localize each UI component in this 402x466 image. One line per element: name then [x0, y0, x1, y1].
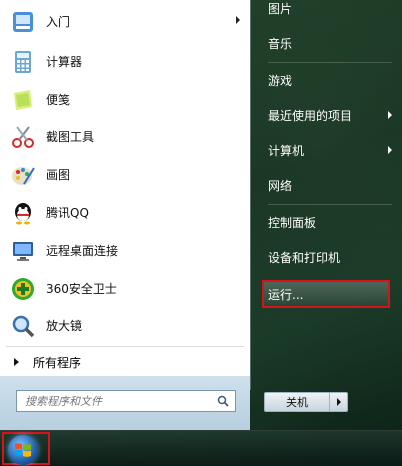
divider — [268, 62, 392, 63]
sticky-notes-icon — [8, 85, 38, 115]
program-label: 腾讯QQ — [46, 206, 89, 220]
program-label: 便笺 — [46, 93, 71, 107]
magnifier-icon — [8, 311, 38, 341]
places-item-control-panel[interactable]: 控制面板 — [260, 208, 392, 236]
start-button[interactable] — [8, 435, 38, 465]
places-item-pictures[interactable]: 图片 — [260, 0, 392, 22]
calculator-icon — [8, 47, 38, 77]
shutdown-button[interactable]: 关机 — [264, 392, 330, 412]
windows-logo-icon — [14, 441, 32, 459]
submenu-arrow-icon — [388, 146, 392, 154]
snipping-tool-icon — [8, 122, 38, 152]
remote-desktop-icon — [8, 236, 38, 266]
submenu-arrow-icon — [388, 111, 392, 119]
places-label: 游戏 — [268, 73, 293, 88]
getting-started-icon — [8, 7, 38, 37]
program-getting-started[interactable]: 入门 — [0, 3, 248, 40]
places-label: 控制面板 — [268, 215, 317, 230]
places-item-recent-items[interactable]: 最近使用的项目 — [260, 101, 392, 129]
program-label: 截图工具 — [46, 130, 95, 144]
program-label: 入门 — [46, 15, 71, 29]
program-magnifier[interactable]: 放大镜 — [0, 307, 248, 344]
places-item-games[interactable]: 游戏 — [260, 66, 392, 94]
shutdown-group: 关机 — [264, 392, 348, 412]
program-360-safe[interactable]: 360安全卫士 — [0, 270, 248, 307]
program-paint[interactable]: 画图 — [0, 156, 248, 193]
360-safe-icon — [8, 274, 38, 304]
all-programs-label: 所有程序 — [33, 355, 82, 370]
places-label: 音乐 — [268, 36, 293, 51]
places-label: 设备和打印机 — [268, 250, 341, 265]
places-item-music[interactable]: 音乐 — [260, 29, 392, 57]
program-snipping-tool[interactable]: 截图工具 — [0, 118, 248, 155]
search-box[interactable] — [16, 390, 236, 412]
shutdown-options-button[interactable] — [330, 392, 348, 412]
search-input[interactable] — [23, 393, 217, 409]
search-area — [0, 376, 250, 430]
program-label: 放大镜 — [46, 319, 83, 333]
program-label: 远程桌面连接 — [46, 244, 119, 258]
program-label: 计算器 — [46, 55, 83, 69]
search-icon[interactable] — [217, 395, 229, 407]
expand-arrow-icon — [14, 358, 19, 366]
qq-icon — [8, 198, 38, 228]
program-label: 360安全卫士 — [46, 282, 117, 296]
places-label: 最近使用的项目 — [268, 108, 353, 123]
places-pane: 图片 音乐 游戏 最近使用的项目 计算机 网络 控制面板 设备和打印机 运行..… — [250, 0, 402, 430]
all-programs-item[interactable]: 所有程序 — [0, 348, 248, 376]
places-label: 网络 — [268, 178, 293, 193]
places-label: 运行... — [268, 287, 304, 302]
divider — [6, 346, 244, 347]
programs-pane: 入门 计算器 便笺 截图工具 画图 腾讯QQ 远程桌面连接 360安全卫士 放大… — [0, 0, 251, 390]
program-calculator[interactable]: 计算器 — [0, 43, 248, 80]
shutdown-label: 关机 — [286, 396, 308, 409]
paint-icon — [8, 160, 38, 190]
program-remote-desktop[interactable]: 远程桌面连接 — [0, 232, 248, 269]
places-item-network[interactable]: 网络 — [260, 171, 392, 199]
places-item-run[interactable]: 运行... — [260, 280, 392, 308]
submenu-arrow-icon — [236, 16, 240, 24]
start-menu: 入门 计算器 便笺 截图工具 画图 腾讯QQ 远程桌面连接 360安全卫士 放大… — [0, 0, 402, 430]
program-sticky-notes[interactable]: 便笺 — [0, 81, 248, 118]
places-item-devices-printers[interactable]: 设备和打印机 — [260, 243, 392, 271]
program-label: 画图 — [46, 168, 71, 182]
places-label: 计算机 — [268, 143, 305, 158]
places-label: 图片 — [268, 1, 293, 16]
places-item-computer[interactable]: 计算机 — [260, 136, 392, 164]
program-qq[interactable]: 腾讯QQ — [0, 194, 248, 231]
taskbar — [0, 430, 402, 466]
divider — [268, 204, 392, 205]
chevron-right-icon — [336, 398, 341, 406]
